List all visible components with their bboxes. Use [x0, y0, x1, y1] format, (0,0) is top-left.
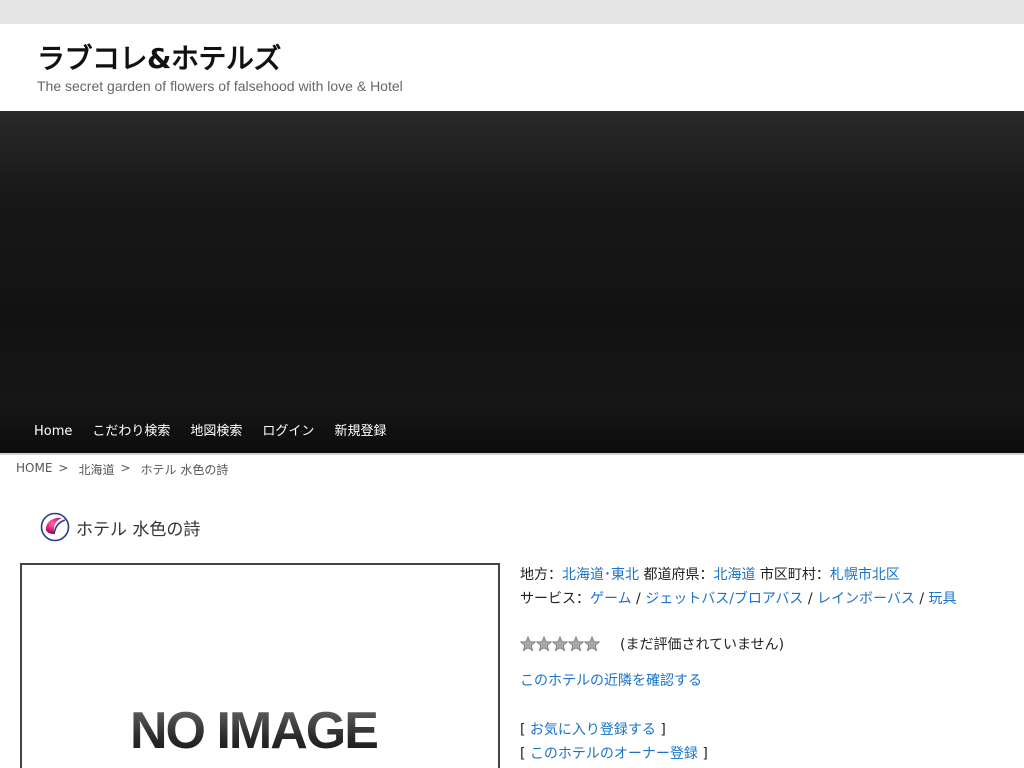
nav-register[interactable]: 新規登録 [324, 410, 396, 454]
breadcrumb-current: ホテル 水色の詩 [140, 463, 229, 477]
star-icon[interactable] [552, 636, 568, 652]
favorite-row: [ お気に入り登録する ] [520, 719, 666, 739]
nav-login[interactable]: ログイン [252, 410, 324, 454]
breadcrumb-home[interactable]: HOME [16, 461, 52, 478]
hero-banner [0, 111, 1024, 454]
city-label: 市区町村： [759, 567, 830, 583]
site-title[interactable]: ラブコレ&ホテルズ [37, 37, 281, 77]
star-icon[interactable] [568, 636, 584, 652]
location-row: 地方：北海道･東北 都道府県：北海道 市区町村：札幌市北区 [520, 563, 957, 587]
owner-row: [ このホテルのオーナー登録 ] [520, 743, 708, 763]
no-image-placeholder: NO IMAGE [130, 702, 379, 760]
service-link[interactable]: 玩具 [929, 591, 957, 607]
city-link[interactable]: 札幌市北区 [830, 567, 900, 583]
bracket-open: [ [520, 746, 526, 762]
nav-map-search[interactable]: 地図検索 [180, 410, 252, 454]
rating-stars[interactable] [520, 636, 600, 652]
owner-register-link[interactable]: このホテルのオーナー登録 [530, 746, 698, 762]
hotel-heading: ホテル 水色の詩 [40, 512, 200, 542]
rating-row: (まだ評価されていません) [520, 634, 784, 654]
services-label: サービス： [520, 591, 590, 607]
breadcrumb: HOME > 北海道 > ホテル 水色の詩 [16, 461, 228, 478]
service-link[interactable]: ジェットバス/ブロアバス [645, 591, 803, 607]
service-separator: / [807, 591, 813, 607]
star-icon[interactable] [520, 636, 536, 652]
top-bar [0, 0, 1024, 24]
bracket-open: [ [520, 722, 526, 738]
rating-status: (まだ評価されていません) [620, 637, 785, 653]
main-nav: Home こだわり検索 地図検索 ログイン 新規登録 [0, 410, 1024, 454]
area-link[interactable]: 北海道･東北 [562, 567, 639, 583]
add-favorite-link[interactable]: お気に入り登録する [530, 722, 656, 738]
hotel-name: ホテル 水色の詩 [76, 519, 201, 540]
brand-swirl-icon [40, 512, 70, 542]
service-link[interactable]: レインボーバス [817, 591, 915, 607]
service-separator: / [919, 591, 925, 607]
prefecture-label: 都道府県： [643, 567, 714, 583]
prefecture-link[interactable]: 北海道 [713, 567, 755, 583]
site-header: ラブコレ&ホテルズ The secret garden of flowers o… [0, 24, 1024, 111]
nav-advanced-search[interactable]: こだわり検索 [82, 410, 180, 454]
services-row: サービス：ゲーム / ジェットバス/ブロアバス / レインボーバス / 玩具 [520, 587, 957, 611]
hotel-photo: NO IMAGE [20, 563, 500, 768]
area-label: 地方： [520, 567, 562, 583]
service-separator: / [636, 591, 641, 607]
nav-home[interactable]: Home [24, 410, 82, 454]
breadcrumb-separator: > [120, 461, 131, 475]
star-icon[interactable] [536, 636, 552, 652]
site-description: The secret garden of flowers of falsehoo… [37, 78, 403, 94]
nearby-row: このホテルの近隣を確認する [520, 670, 702, 690]
nearby-hotels-link[interactable]: このホテルの近隣を確認する [520, 673, 702, 689]
breadcrumb-region[interactable]: 北海道 [78, 461, 114, 478]
hotel-info: 地方：北海道･東北 都道府県：北海道 市区町村：札幌市北区 サービス：ゲーム /… [520, 563, 957, 611]
bracket-close: ] [660, 722, 666, 738]
nav-divider [0, 453, 1024, 455]
star-icon[interactable] [584, 636, 600, 652]
service-link[interactable]: ゲーム [590, 591, 632, 607]
bracket-close: ] [702, 746, 708, 762]
breadcrumb-separator: > [58, 461, 69, 475]
